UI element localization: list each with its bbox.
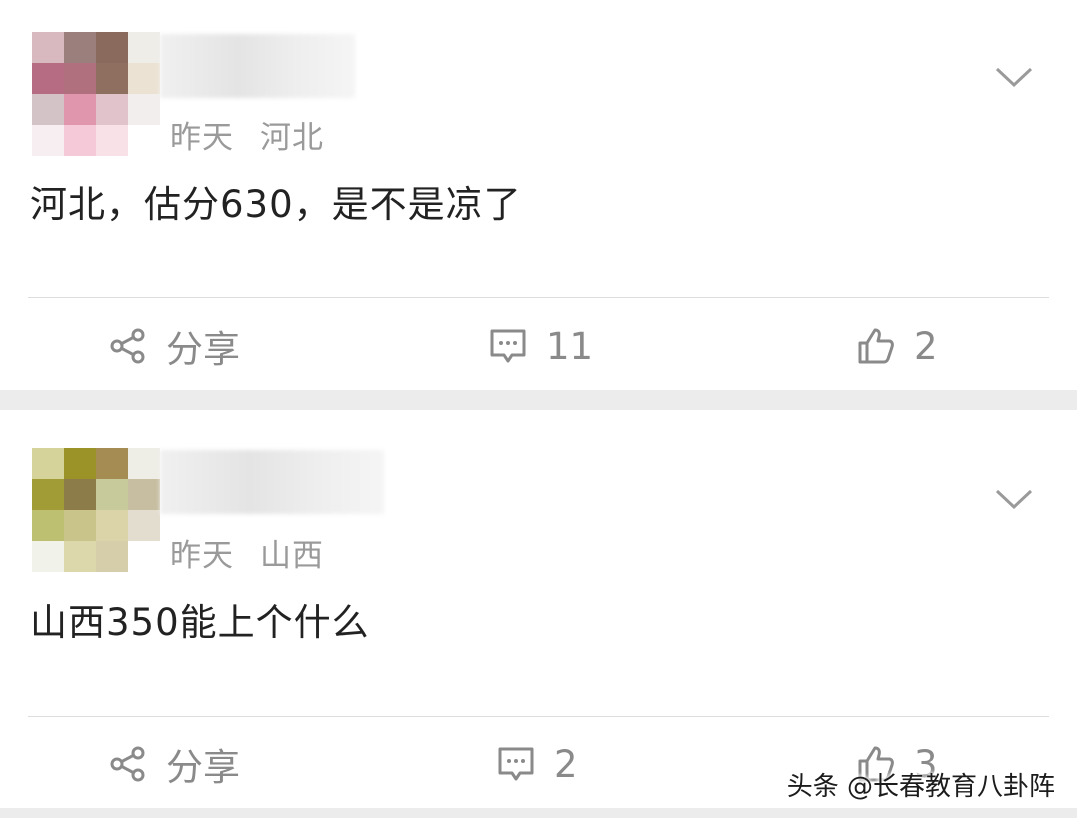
avatar-pixel bbox=[64, 448, 96, 479]
avatar-pixel bbox=[96, 125, 128, 156]
share-label: 分享 bbox=[166, 328, 240, 371]
avatar[interactable] bbox=[32, 448, 160, 572]
avatar-pixel bbox=[64, 479, 96, 510]
avatar[interactable] bbox=[32, 32, 160, 156]
like-icon bbox=[858, 328, 894, 364]
like-count: 2 bbox=[914, 324, 938, 368]
avatar-pixel bbox=[64, 63, 96, 94]
share-icon bbox=[110, 328, 145, 364]
avatar-pixel bbox=[64, 32, 96, 63]
comment-meta: 昨天 河北 bbox=[170, 112, 324, 157]
chevron-down-icon[interactable] bbox=[995, 66, 1033, 88]
avatar-pixel bbox=[128, 510, 160, 541]
avatar-pixel bbox=[128, 448, 160, 479]
comment-card: 昨天 山西 山西350能上个什么 分享 2 3 bbox=[0, 410, 1077, 808]
avatar-pixel bbox=[64, 125, 96, 156]
avatar-pixel bbox=[64, 510, 96, 541]
share-button[interactable]: 分享 bbox=[108, 740, 240, 789]
avatar-pixel bbox=[32, 541, 64, 572]
comment-time: 昨天 bbox=[170, 120, 234, 156]
avatar-pixel bbox=[96, 510, 128, 541]
avatar-pixel bbox=[32, 32, 64, 63]
comment-button[interactable]: 11 bbox=[488, 322, 593, 370]
avatar-pixel bbox=[32, 448, 64, 479]
comment-time: 昨天 bbox=[170, 538, 234, 574]
comment-count: 11 bbox=[546, 324, 594, 368]
avatar-pixel bbox=[128, 541, 160, 572]
avatar-pixel bbox=[128, 479, 160, 510]
comment-icon bbox=[490, 329, 526, 363]
comment-button[interactable]: 2 bbox=[496, 740, 578, 788]
share-button[interactable]: 分享 bbox=[108, 322, 240, 371]
share-label: 分享 bbox=[166, 746, 240, 789]
comment-card: 昨天 河北 河北，估分630，是不是凉了 分享 11 2 bbox=[0, 0, 1077, 390]
comment-text: 河北，估分630，是不是凉了 bbox=[30, 183, 522, 226]
avatar-pixel bbox=[96, 541, 128, 572]
chevron-down-icon[interactable] bbox=[995, 488, 1033, 510]
avatar-pixel bbox=[96, 448, 128, 479]
avatar-pixel bbox=[32, 510, 64, 541]
avatar-pixel bbox=[96, 479, 128, 510]
comment-location: 山西 bbox=[260, 538, 324, 574]
comment-meta: 昨天 山西 bbox=[170, 530, 324, 575]
divider bbox=[28, 716, 1049, 717]
avatar-pixel bbox=[128, 32, 160, 63]
avatar-pixel bbox=[32, 479, 64, 510]
avatar-pixel bbox=[128, 125, 160, 156]
avatar-pixel bbox=[128, 94, 160, 125]
avatar-pixel bbox=[96, 94, 128, 125]
avatar-pixel bbox=[32, 94, 64, 125]
divider bbox=[28, 297, 1049, 298]
avatar-pixel bbox=[96, 63, 128, 94]
avatar-pixel bbox=[96, 32, 128, 63]
share-icon bbox=[110, 746, 145, 782]
watermark: 头条 @长春教育八卦阵 bbox=[786, 772, 1055, 802]
like-button[interactable]: 2 bbox=[856, 322, 938, 370]
comment-count: 2 bbox=[554, 742, 578, 786]
comment-location: 河北 bbox=[260, 120, 324, 156]
username-blurred[interactable] bbox=[160, 450, 384, 514]
comment-icon bbox=[498, 747, 534, 781]
username-blurred[interactable] bbox=[160, 34, 355, 98]
avatar-pixel bbox=[64, 94, 96, 125]
comment-text: 山西350能上个什么 bbox=[30, 601, 370, 644]
avatar-pixel bbox=[128, 63, 160, 94]
avatar-pixel bbox=[64, 541, 96, 572]
avatar-pixel bbox=[32, 63, 64, 94]
avatar-pixel bbox=[32, 125, 64, 156]
